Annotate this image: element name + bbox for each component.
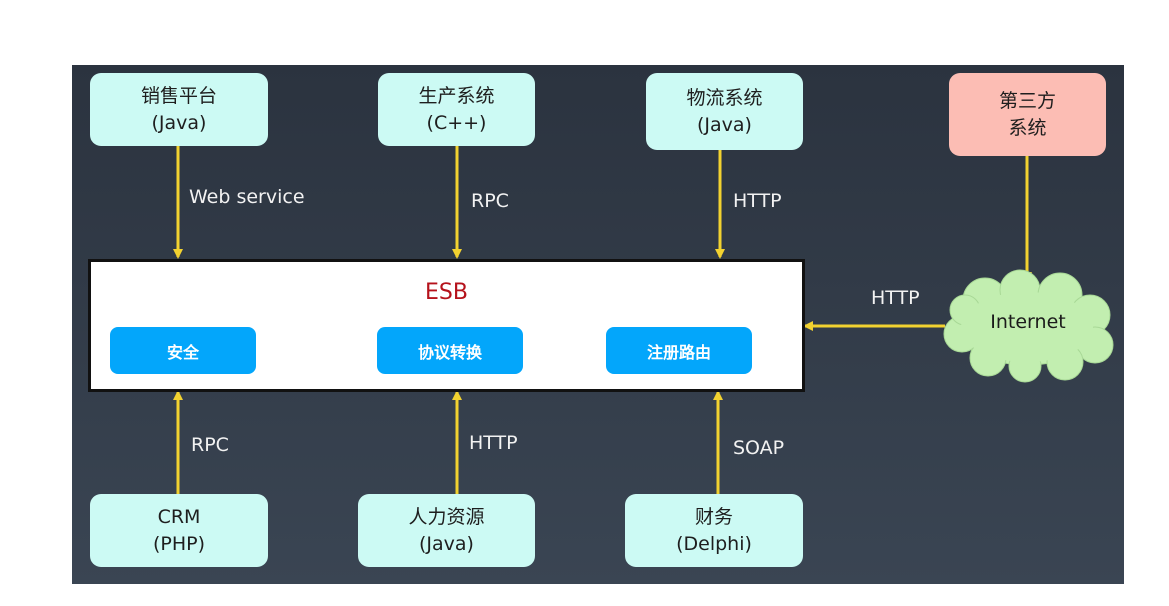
system-tech: (Java) [151,111,207,134]
module-security: 安全 [110,327,256,374]
system-box-production: 生产系统 (C++) [378,73,535,146]
protocol-label-web-service: Web service [189,186,305,208]
esb-title: ESB [425,280,468,305]
system-box-third-party: 第三方 系统 [949,73,1106,156]
system-name: CRM [157,505,201,528]
protocol-label-http-bottom: HTTP [469,432,518,454]
module-protocol-conversion: 协议转换 [377,327,523,374]
system-name: 销售平台 [140,84,217,107]
internet-label: Internet [990,311,1066,333]
system-box-logistics: 物流系统 (Java) [646,73,803,150]
system-tech: (PHP) [152,532,206,555]
protocol-label-rpc-bottom: RPC [191,434,229,456]
system-tech: (Delphi) [676,532,752,555]
system-box-crm: CRM (PHP) [90,494,268,567]
system-name: 人力资源 [408,505,485,528]
esb-box: ESB 安全 协议转换 注册路由 [88,259,805,392]
protocol-label-http-internet: HTTP [871,287,920,309]
system-box-finance: 财务 (Delphi) [625,494,803,567]
system-box-hr: 人力资源 (Java) [358,494,535,567]
system-name: 财务 [694,505,733,528]
module-registry-routing: 注册路由 [606,327,752,374]
system-name: 生产系统 [418,84,495,107]
system-tech: (Java) [419,532,474,555]
protocol-label-http-top: HTTP [733,190,782,212]
system-box-sales-platform: 销售平台 (Java) [90,73,268,146]
system-tech: (Java) [697,113,752,136]
system-tech: (C++) [426,111,487,134]
protocol-label-soap: SOAP [733,437,785,459]
system-name: 物流系统 [686,86,763,109]
third-party-line2: 系统 [1008,116,1047,139]
protocol-label-rpc-top: RPC [471,190,509,212]
third-party-line1: 第三方 [998,89,1056,112]
